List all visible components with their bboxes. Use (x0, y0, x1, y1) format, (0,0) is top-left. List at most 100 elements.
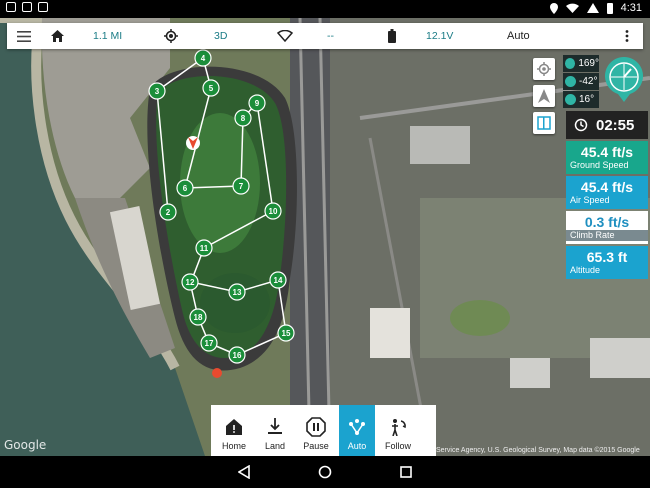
toggle-panel-button[interactable] (533, 112, 555, 134)
auto-button[interactable]: Auto (339, 405, 375, 457)
yaw-icon (565, 58, 576, 69)
map-attribution: Service Agency, U.S. Geological Survey, … (436, 447, 640, 454)
land-label: Land (264, 441, 286, 451)
signal-icon (277, 23, 293, 49)
climb-rate-value: 0.3 ft/s (584, 214, 630, 230)
home-label: Home (221, 441, 246, 451)
drone-position-icon (186, 136, 200, 150)
altitude-value: 65.3 ft (586, 249, 628, 265)
yaw-row: 169° (563, 55, 599, 72)
waypoint-7[interactable]: 7 (239, 182, 244, 191)
follow-button[interactable]: Follow (380, 405, 416, 457)
satellite-map[interactable]: 2 3 4 5 6 7 8 9 10 11 12 13 14 15 16 17 … (0, 18, 650, 456)
home-nav-button[interactable] (317, 464, 333, 480)
pause-button[interactable]: Pause (298, 405, 334, 457)
pitch-icon (565, 76, 576, 87)
waypoint-6[interactable]: 6 (183, 184, 188, 193)
altitude-label: Altitude (570, 265, 601, 275)
waypoint-3[interactable]: 3 (155, 87, 160, 96)
battery-voltage-value[interactable]: 12.1V (426, 23, 453, 49)
roll-value: 16° (579, 94, 595, 105)
pause-icon (306, 417, 326, 437)
locate-user-button[interactable] (533, 85, 555, 107)
battery-icon (606, 2, 613, 14)
telemetry-panel: 02:55 45.4 ft/s Ground Speed 45.4 ft/s A… (566, 111, 648, 281)
land-icon (268, 418, 282, 434)
pitch-value: -42° (579, 76, 598, 87)
gps-fix-value[interactable]: 3D (214, 23, 227, 49)
roll-icon (565, 94, 576, 105)
signal-value[interactable]: -- (327, 23, 334, 49)
waypoint-11[interactable]: 11 (200, 244, 209, 253)
locate-drone-button[interactable] (533, 58, 555, 80)
land-button[interactable]: Land (257, 405, 293, 457)
ground-speed-tile: 45.4 ft/s Ground Speed (566, 141, 648, 174)
altitude-tile: 65.3 ft Altitude (566, 246, 648, 279)
overflow-menu-icon[interactable] (625, 23, 629, 49)
flight-timer: 02:55 (566, 111, 648, 139)
home-warning-icon (226, 419, 242, 435)
menu-icon[interactable] (17, 23, 31, 49)
auto-label: Auto (347, 441, 367, 451)
waypoint-14[interactable]: 14 (274, 276, 283, 285)
waypoint-10[interactable]: 10 (269, 207, 278, 216)
panel-toggle-icon (537, 116, 551, 130)
waypoint-17[interactable]: 17 (205, 339, 214, 348)
pitch-row: -42° (563, 73, 599, 90)
air-speed-value: 45.4 ft/s (580, 179, 634, 195)
top-toolbar: 1.1 MI 3D -- 12.1V Auto (7, 23, 643, 49)
attitude-panel: 169° -42° 16° (563, 55, 599, 109)
navigation-bar (0, 456, 650, 488)
google-logo: Google (4, 438, 47, 452)
yaw-value: 169° (578, 58, 599, 69)
waypoint-12[interactable]: 12 (186, 278, 195, 287)
home-marker-icon (212, 368, 222, 378)
ground-speed-label: Ground Speed (570, 160, 629, 170)
home-circle-icon (318, 465, 332, 479)
history-icon (574, 118, 588, 132)
location-icon (549, 2, 558, 14)
follow-icon (392, 419, 406, 436)
waypoint-8[interactable]: 8 (241, 114, 246, 123)
wifi-icon (565, 3, 579, 13)
waypoint-2[interactable]: 2 (166, 208, 171, 217)
recents-button[interactable] (398, 464, 414, 480)
notification-icon (6, 2, 16, 12)
flight-mode-value[interactable]: Auto (507, 23, 530, 49)
home-button[interactable]: Home (216, 405, 252, 457)
image-notification-icon (22, 2, 32, 12)
waypoint-5[interactable]: 5 (209, 84, 214, 93)
air-speed-label: Air Speed (570, 195, 610, 205)
ground-speed-value: 45.4 ft/s (580, 144, 634, 160)
waypoint-13[interactable]: 13 (233, 288, 242, 297)
status-bar: 4:31 (0, 0, 650, 18)
crosshair-icon (537, 62, 551, 76)
pause-label: Pause (303, 441, 329, 451)
recents-icon (400, 466, 412, 478)
air-speed-tile: 45.4 ft/s Air Speed (566, 176, 648, 209)
map-view[interactable]: 2 3 4 5 6 7 8 9 10 11 12 13 14 15 16 17 … (0, 18, 650, 456)
compass-icon (605, 56, 643, 102)
home-distance-icon (51, 23, 64, 49)
action-bar: Home Land Pause Auto Follow (211, 405, 436, 457)
navigation-arrow-icon (538, 89, 550, 103)
cell-signal-icon (586, 3, 599, 13)
gps-icon (164, 23, 178, 49)
back-button[interactable] (236, 464, 252, 480)
follow-label: Follow (384, 441, 411, 451)
clipboard-notification-icon (38, 2, 48, 12)
waypoint-16[interactable]: 16 (233, 351, 242, 360)
roll-row: 16° (563, 91, 599, 108)
waypoint-4[interactable]: 4 (201, 54, 206, 63)
home-distance-value[interactable]: 1.1 MI (93, 23, 122, 49)
status-time: 4:31 (620, 2, 642, 14)
flight-time-value: 02:55 (596, 116, 635, 134)
waypoint-15[interactable]: 15 (282, 329, 291, 338)
auto-mission-icon (349, 419, 365, 435)
waypoint-9[interactable]: 9 (255, 99, 260, 108)
climb-rate-label: Climb Rate (566, 230, 648, 241)
back-icon (238, 465, 250, 479)
climb-rate-tile: 0.3 ft/s Climb Rate (566, 211, 648, 244)
waypoint-18[interactable]: 18 (194, 313, 203, 322)
battery-status-icon (388, 23, 396, 49)
